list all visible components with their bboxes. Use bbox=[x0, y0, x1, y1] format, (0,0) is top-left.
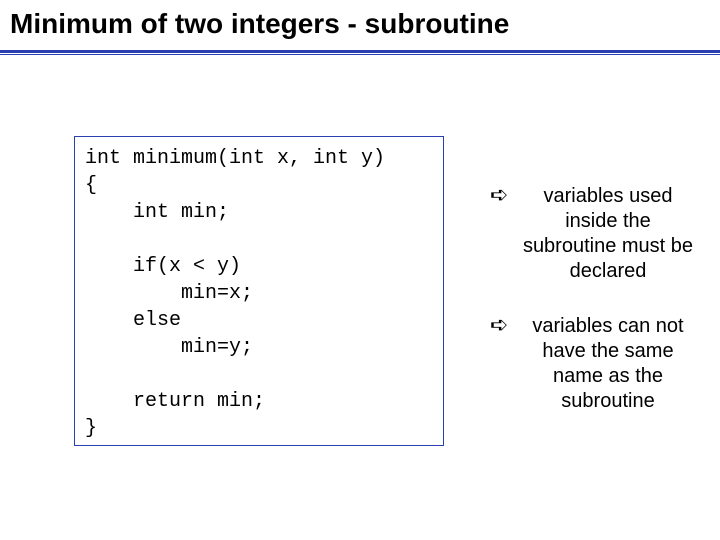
note-item: ➪ variables can not have the same name a… bbox=[490, 314, 700, 414]
arrow-icon: ➪ bbox=[490, 184, 508, 206]
note-item: ➪ variables used inside the subroutine m… bbox=[490, 184, 700, 284]
title-underline bbox=[0, 50, 720, 56]
notes-list: ➪ variables used inside the subroutine m… bbox=[490, 184, 700, 444]
code-box: int minimum(int x, int y) { int min; if(… bbox=[74, 136, 444, 446]
note-text: variables can not have the same name as … bbox=[532, 315, 683, 412]
slide-title: Minimum of two integers - subroutine bbox=[10, 8, 509, 40]
slide: Minimum of two integers - subroutine int… bbox=[0, 0, 720, 540]
arrow-icon: ➪ bbox=[490, 314, 508, 336]
code-block: int minimum(int x, int y) { int min; if(… bbox=[85, 145, 433, 442]
note-text: variables used inside the subroutine mus… bbox=[523, 185, 693, 282]
